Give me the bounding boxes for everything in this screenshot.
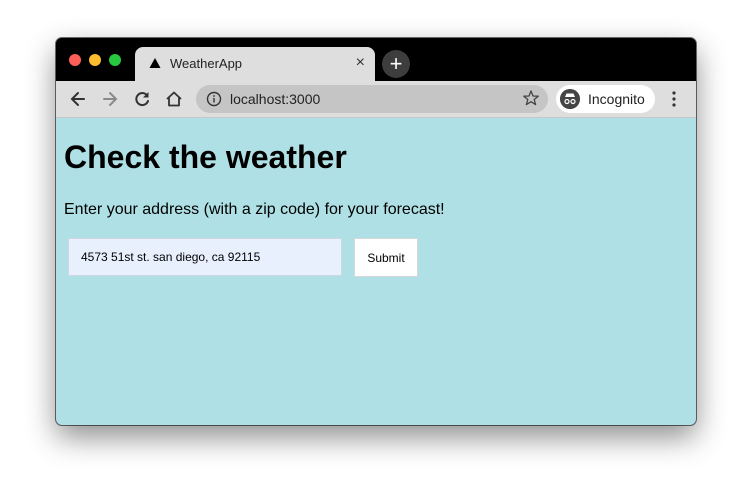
maximize-window-button[interactable] — [109, 54, 121, 66]
tab-title: WeatherApp — [170, 56, 243, 71]
home-icon[interactable] — [164, 89, 184, 109]
url-text: localhost:3000 — [230, 91, 321, 107]
more-options-icon[interactable] — [666, 89, 682, 109]
back-arrow-icon[interactable] — [68, 89, 88, 109]
address-bar[interactable]: localhost:3000 — [196, 85, 548, 113]
browser-window: WeatherApp × + localhost:3000 Incognito … — [56, 38, 696, 425]
info-icon[interactable] — [206, 91, 222, 107]
close-window-button[interactable] — [69, 54, 81, 66]
incognito-profile-button[interactable]: Incognito — [556, 85, 655, 113]
page-content: Check the weather Enter your address (wi… — [56, 118, 696, 425]
page-subtitle: Enter your address (with a zip code) for… — [64, 201, 445, 218]
triangle-icon — [149, 58, 161, 68]
bookmark-star-icon[interactable] — [522, 89, 540, 107]
minimize-window-button[interactable] — [89, 54, 101, 66]
submit-button[interactable]: Submit — [354, 238, 418, 277]
incognito-label: Incognito — [588, 91, 645, 107]
address-input[interactable] — [68, 238, 342, 276]
page-title: Check the weather — [64, 139, 347, 175]
close-tab-icon[interactable]: × — [356, 54, 365, 72]
incognito-icon — [560, 89, 580, 109]
forward-arrow-icon[interactable] — [100, 89, 120, 109]
new-tab-button[interactable]: + — [382, 50, 410, 78]
browser-toolbar: localhost:3000 Incognito — [56, 81, 696, 118]
tab-weatherapp[interactable]: WeatherApp × — [135, 47, 375, 81]
reload-icon[interactable] — [132, 89, 152, 109]
tab-strip: WeatherApp × + — [56, 38, 696, 81]
